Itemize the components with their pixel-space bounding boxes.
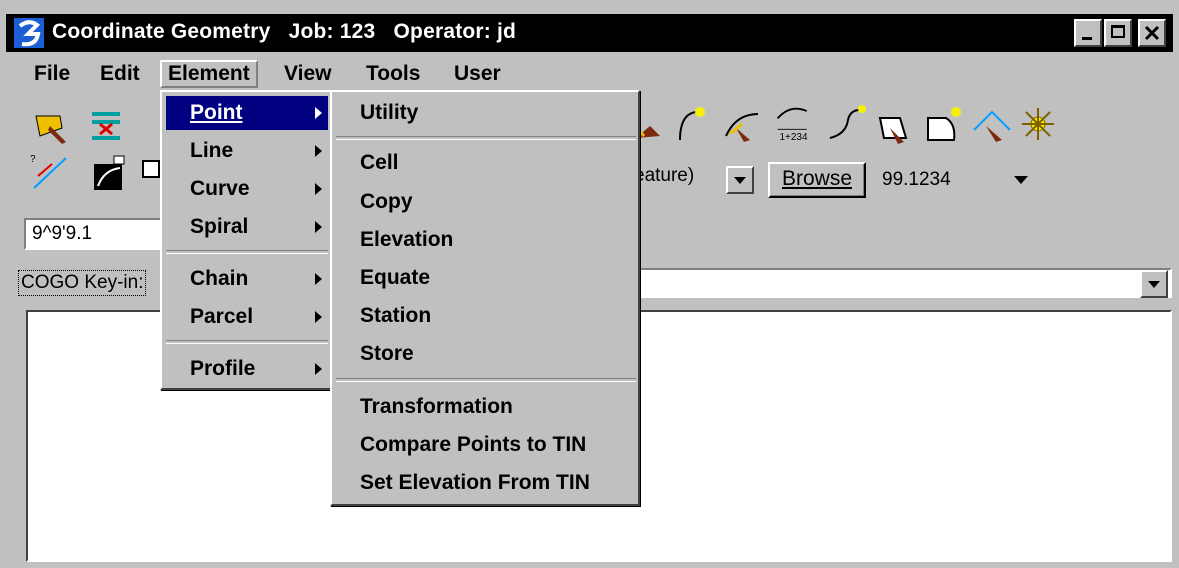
submenu-item-cell[interactable]: Cell xyxy=(360,146,399,180)
browse-label: Browse xyxy=(781,167,853,190)
curve-select-icon[interactable] xyxy=(722,106,762,146)
submenu-item-set-elevation-from-tin[interactable]: Set Elevation From TIN xyxy=(360,466,590,500)
element-menu: Point Line Curve Spiral Chain Parcel Pro… xyxy=(160,90,332,390)
minimize-icon xyxy=(1082,37,1092,40)
menu-item-parcel[interactable]: Parcel xyxy=(166,300,328,334)
shape-tool-icon[interactable] xyxy=(874,108,914,148)
menu-tools[interactable]: Tools xyxy=(360,60,426,88)
submenu-arrow-icon xyxy=(315,107,322,119)
menu-file[interactable]: File xyxy=(28,60,76,88)
menu-edit-label: Edit xyxy=(100,62,140,85)
line-tool-icon[interactable]: ? xyxy=(30,152,70,192)
menu-item-point-label: Point xyxy=(190,101,243,124)
submenu-item-store[interactable]: Store xyxy=(360,337,414,371)
chevron-down-icon xyxy=(1014,176,1028,184)
menu-item-chain[interactable]: Chain xyxy=(166,262,328,296)
svg-text:?: ? xyxy=(30,154,36,165)
region-tool-icon[interactable] xyxy=(924,106,964,146)
submenu-item-elevation[interactable]: Elevation xyxy=(360,223,453,257)
menu-user-label: User xyxy=(454,62,501,85)
precision-value: 99.1234 xyxy=(882,169,951,190)
submenu-arrow-icon xyxy=(315,145,322,157)
menu-separator xyxy=(336,378,636,382)
sun-icon[interactable] xyxy=(1020,106,1060,146)
menu-view[interactable]: View xyxy=(278,60,337,88)
menu-view-label: View xyxy=(284,62,332,85)
menu-element-label: Element xyxy=(168,62,250,85)
menu-user[interactable]: User xyxy=(448,60,507,88)
minimize-button[interactable] xyxy=(1074,19,1102,47)
submenu-item-compare-points-to-tin[interactable]: Compare Points to TIN xyxy=(360,428,586,462)
menu-item-spiral-label: Spiral xyxy=(190,215,249,238)
menu-bar: File Edit Element View Tools User xyxy=(6,56,1173,92)
menu-item-chain-label: Chain xyxy=(190,267,249,290)
station-1234-icon[interactable]: 1+234 xyxy=(774,102,814,142)
feature-field[interactable]: eature) xyxy=(628,162,728,196)
cogo-keyin-label: COGO Key-in: xyxy=(18,270,147,296)
precision-select[interactable]: 99.1234 xyxy=(876,162,1036,198)
svg-text:1+234: 1+234 xyxy=(779,132,808,142)
title-bar: Coordinate Geometry Job: 123 Operator: j… xyxy=(6,14,1173,52)
submenu-item-equate[interactable]: Equate xyxy=(360,261,430,295)
browse-button[interactable]: Browse xyxy=(768,162,866,198)
menu-item-parcel-label: Parcel xyxy=(190,305,254,328)
menu-edit[interactable]: Edit xyxy=(94,60,146,88)
submenu-arrow-icon xyxy=(315,221,322,233)
point-number-field[interactable]: 9^9'9.1 xyxy=(24,218,164,250)
menu-separator xyxy=(166,340,328,344)
close-button[interactable] xyxy=(1138,19,1166,47)
menu-tools-label: Tools xyxy=(366,62,421,85)
maximize-button[interactable] xyxy=(1104,19,1132,47)
submenu-item-copy[interactable]: Copy xyxy=(360,185,413,219)
menu-item-curve-label: Curve xyxy=(190,177,250,200)
app-logo-icon[interactable] xyxy=(14,18,44,48)
point-submenu: Utility Cell Copy Elevation Equate Stati… xyxy=(330,90,640,506)
menu-file-label: File xyxy=(34,62,71,85)
submenu-item-transformation[interactable]: Transformation xyxy=(360,390,513,424)
submenu-item-utility[interactable]: Utility xyxy=(360,96,418,130)
select-icon[interactable] xyxy=(32,108,72,148)
checkbox[interactable] xyxy=(142,160,160,178)
menu-item-line[interactable]: Line xyxy=(166,134,328,168)
menu-item-curve[interactable]: Curve xyxy=(166,172,328,206)
list-icon[interactable] xyxy=(88,106,128,146)
spiral-tool-icon[interactable] xyxy=(826,104,866,144)
menu-item-point[interactable]: Point xyxy=(166,96,328,130)
menu-separator xyxy=(336,136,636,140)
menu-item-spiral[interactable]: Spiral xyxy=(166,210,328,244)
feature-dropdown-button[interactable] xyxy=(726,166,754,194)
menu-item-profile-label: Profile xyxy=(190,357,256,380)
keyin-dropdown-button[interactable] xyxy=(1140,270,1168,298)
menu-item-line-label: Line xyxy=(190,139,234,162)
submenu-item-station[interactable]: Station xyxy=(360,299,431,333)
menu-separator xyxy=(166,250,328,254)
submenu-arrow-icon xyxy=(315,311,322,323)
menu-element[interactable]: Element xyxy=(160,60,258,88)
window-title: Coordinate Geometry Job: 123 Operator: j… xyxy=(52,20,517,43)
maximize-icon xyxy=(1111,25,1125,38)
menu-item-profile[interactable]: Profile xyxy=(166,352,328,386)
curve-tool-icon[interactable] xyxy=(90,152,130,192)
submenu-arrow-icon xyxy=(315,273,322,285)
submenu-arrow-icon xyxy=(315,183,322,195)
submenu-arrow-icon xyxy=(315,363,322,375)
triangle-tool-icon[interactable] xyxy=(972,106,1012,146)
close-icon xyxy=(1144,25,1160,41)
arc-point-icon[interactable] xyxy=(670,104,710,144)
